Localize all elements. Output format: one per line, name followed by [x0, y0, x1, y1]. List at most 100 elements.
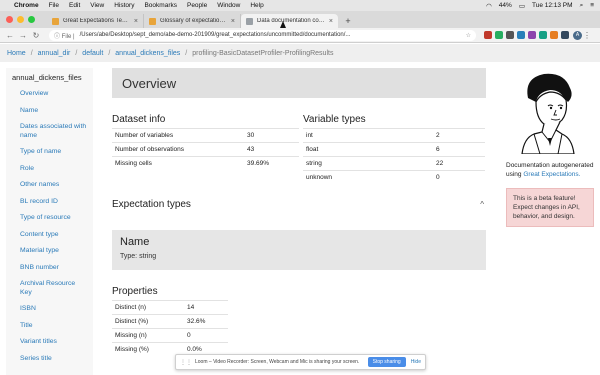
table-cell-value: 22	[433, 156, 485, 171]
sidebar-item-bl-record-id[interactable]: BL record ID	[6, 194, 93, 211]
extension-icon[interactable]	[528, 31, 536, 39]
breadcrumb-default[interactable]: default	[82, 50, 103, 57]
hide-button[interactable]: Hide	[411, 359, 421, 365]
sidebar-item-content-type[interactable]: Content type	[6, 227, 93, 244]
extension-icon[interactable]	[495, 31, 503, 39]
sidebar-item-material-type[interactable]: Material type	[6, 243, 93, 260]
profile-avatar[interactable]: A	[573, 30, 582, 40]
new-tab-button[interactable]: +	[342, 14, 354, 28]
extension-icon[interactable]	[561, 31, 569, 39]
address-bar: ← → ↻ ⓘ File | /Users/abe/Desktop/sept_d…	[0, 28, 600, 43]
close-tab-icon[interactable]: ×	[329, 18, 333, 25]
main-content: Overview Dataset info Number of variable…	[112, 68, 490, 356]
table-cell-label: float	[303, 142, 433, 157]
clock[interactable]: Tue 12:13 PM	[532, 2, 573, 9]
breadcrumb-annual-dickens-files[interactable]: annual_dickens_files	[115, 50, 180, 57]
extension-icon[interactable]	[517, 31, 525, 39]
wifi-icon[interactable]: ◠	[486, 2, 492, 10]
table-cell-label: string	[303, 156, 433, 171]
breadcrumb-annual-dir[interactable]: annual_dir	[38, 50, 71, 57]
sidebar-item-isbn[interactable]: ISBN	[6, 301, 93, 318]
close-tab-icon[interactable]: ×	[134, 18, 138, 25]
menu-people[interactable]: People	[187, 2, 207, 9]
great-expectations-logo	[521, 73, 575, 155]
table-cell-label: int	[303, 128, 433, 143]
table-row: unknown 0	[303, 170, 485, 185]
sidebar-item-archival-resource-key[interactable]: Archival Resource Key	[6, 276, 93, 301]
table-cell-value: 2	[433, 128, 485, 143]
browser-tab-2[interactable]: Glossary of expectations — gre ×	[144, 14, 241, 28]
minimize-window-icon[interactable]	[17, 16, 24, 23]
menu-file[interactable]: File	[49, 2, 59, 9]
table-row: int 2	[303, 128, 485, 143]
sidebar-item-type-of-name[interactable]: Type of name	[6, 144, 93, 161]
menu-window[interactable]: Window	[217, 2, 240, 9]
menu-view[interactable]: View	[90, 2, 104, 9]
sidebar-item-series-title[interactable]: Series title	[6, 351, 93, 368]
screen-share-message: Loom – Video Recorder: Screen, Webcam an…	[195, 359, 360, 365]
fullscreen-window-icon[interactable]	[28, 16, 35, 23]
breadcrumb-home[interactable]: Home	[7, 50, 26, 57]
column-header: Name Type: string	[112, 229, 486, 270]
dataset-info-table: Number of variables 30 Number of observa…	[112, 128, 299, 171]
sidebar-item-overview[interactable]: Overview	[6, 86, 93, 103]
menu-list-icon[interactable]: ≡	[590, 2, 594, 9]
chevron-up-icon[interactable]: ^	[480, 200, 486, 209]
menu-help[interactable]: Help	[250, 2, 263, 9]
breadcrumb-separator: /	[108, 49, 111, 57]
expectation-types-toggle[interactable]: Expectation types ^	[112, 199, 486, 210]
bookmark-star-icon[interactable]: ☆	[466, 32, 471, 39]
more-menu-icon[interactable]: ⋮	[582, 31, 592, 40]
dataset-info-title: Dataset info	[112, 114, 166, 125]
extension-icon[interactable]	[550, 31, 558, 39]
sidebar-item-title[interactable]: Title	[6, 318, 93, 335]
browser-tab-3[interactable]: Data documentation compiled b ×	[241, 14, 338, 28]
close-window-icon[interactable]	[6, 16, 13, 23]
browser-tab-1[interactable]: Great Expectations Test Drive ×	[47, 14, 144, 28]
right-panel: Documentation autogenerated using Great …	[506, 68, 594, 227]
sidebar-item-bnb-number[interactable]: BNB number	[6, 260, 93, 277]
sidebar-nav: annual_dickens_files Overview Name Dates…	[6, 68, 93, 375]
table-row: Missing cells 39.69%	[112, 156, 299, 171]
mouse-cursor-icon	[280, 21, 286, 28]
breadcrumb-separator: /	[185, 49, 188, 57]
variable-types-panel: Variable types int 2 float 6 string 22 u…	[303, 114, 490, 185]
sidebar-item-name[interactable]: Name	[6, 103, 93, 120]
table-cell-value: 39.69%	[244, 156, 299, 171]
back-arrow-icon[interactable]: ←	[5, 31, 15, 40]
table-row: float 6	[303, 142, 485, 157]
sidebar-item-dates-associated[interactable]: Dates associated with name	[6, 119, 93, 144]
variable-types-table: int 2 float 6 string 22 unknown 0	[303, 128, 485, 185]
menu-history[interactable]: History	[114, 2, 134, 9]
breadcrumb-separator: /	[30, 49, 33, 57]
battery-icon[interactable]: ▭	[519, 2, 525, 10]
sidebar-item-type-of-resource[interactable]: Type of resource	[6, 210, 93, 227]
column-type: Type: string	[120, 252, 157, 260]
extension-icon[interactable]	[484, 31, 492, 39]
menu-bookmarks[interactable]: Bookmarks	[144, 2, 177, 9]
search-icon[interactable]: ⌕	[580, 2, 584, 10]
extension-icon[interactable]	[539, 31, 547, 39]
column-name: Name	[120, 235, 150, 248]
globe-icon	[246, 17, 253, 25]
url-field[interactable]: ⓘ File | /Users/abe/Desktop/sept_demo/ab…	[49, 29, 476, 41]
site-info-icon[interactable]: ⓘ File |	[54, 31, 75, 40]
reload-icon[interactable]: ↻	[31, 31, 41, 40]
variable-types-title: Variable types	[303, 114, 366, 125]
close-tab-icon[interactable]: ×	[231, 18, 235, 25]
great-expectations-link[interactable]: Great Expectations.	[523, 171, 580, 178]
tab-strip: Great Expectations Test Drive × Glossary…	[0, 11, 600, 28]
table-cell-label: Number of variables	[112, 128, 244, 143]
forward-arrow-icon[interactable]: →	[18, 31, 28, 40]
drag-handle-icon[interactable]: ⋮⋮	[180, 359, 192, 366]
screen-share-banner: ⋮⋮ Loom – Video Recorder: Screen, Webcam…	[175, 354, 426, 370]
stop-sharing-button[interactable]: Stop sharing	[367, 357, 406, 367]
menu-edit[interactable]: Edit	[69, 2, 80, 9]
extension-icon[interactable]	[506, 31, 514, 39]
sidebar-item-role[interactable]: Role	[6, 161, 93, 178]
battery-percent[interactable]: 44%	[499, 2, 512, 9]
sidebar-item-variant-titles[interactable]: Variant titles	[6, 334, 93, 351]
menu-chrome[interactable]: Chrome	[14, 2, 39, 9]
table-cell-value: 6	[433, 142, 485, 157]
sidebar-item-other-names[interactable]: Other names	[6, 177, 93, 194]
